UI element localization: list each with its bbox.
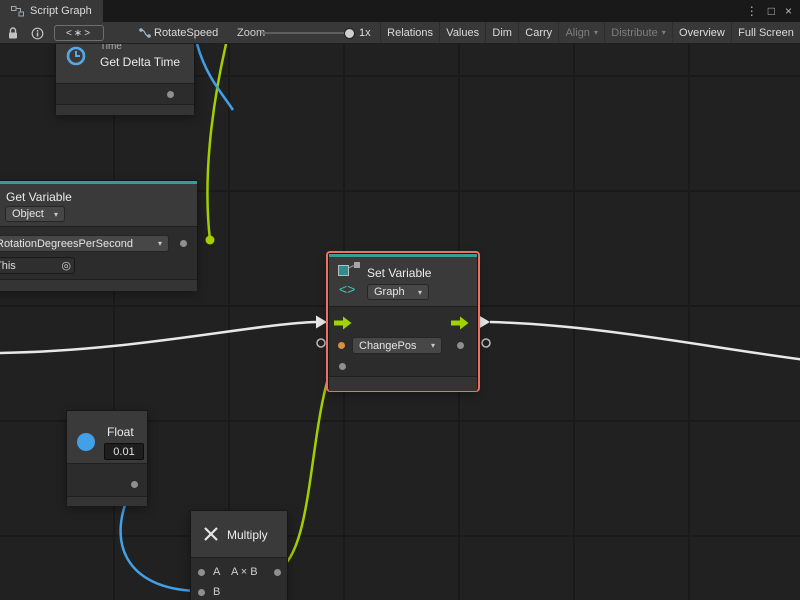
zoom-value: 1x xyxy=(359,22,371,44)
node-title: Float xyxy=(107,425,134,439)
value-input-port[interactable] xyxy=(338,342,345,349)
zoom-slider-track[interactable] xyxy=(261,32,351,34)
close-icon[interactable]: × xyxy=(785,4,792,18)
fallback-input-port[interactable] xyxy=(339,363,346,370)
float-output-port[interactable] xyxy=(131,481,138,488)
zoom-slider-handle[interactable] xyxy=(344,28,355,39)
node-footer xyxy=(0,279,197,291)
distribute-dropdown-button[interactable]: Distribute ▾ xyxy=(604,22,672,43)
node-title: Get Delta Time xyxy=(100,55,180,69)
overview-button[interactable]: Overview xyxy=(672,22,731,43)
tab-script-graph[interactable]: Script Graph xyxy=(0,0,103,22)
variable-name-dropdown[interactable]: RotationDegreesPerSecond ▾ xyxy=(0,235,169,252)
multiply-icon xyxy=(203,526,219,542)
object-reference-value: This xyxy=(0,260,16,272)
port-label-b: B xyxy=(213,586,220,598)
node-footer xyxy=(67,496,147,506)
toolbar-buttons: Relations Values Dim Carry Align ▾ Distr… xyxy=(380,22,800,43)
tab-title: Script Graph xyxy=(30,5,92,17)
node-multiply[interactable]: Multiply A A × B B xyxy=(190,510,288,600)
graph-toolbar: <∗> RotateSpeed Zoom 1x Relations Values… xyxy=(0,22,800,44)
get-variable-output-port[interactable] xyxy=(206,236,215,245)
lock-icon[interactable] xyxy=(7,26,19,40)
relations-button[interactable]: Relations xyxy=(380,22,439,43)
multiply-output-port[interactable] xyxy=(274,569,281,576)
chevron-down-icon: ▾ xyxy=(594,28,598,37)
node-footer xyxy=(329,376,477,391)
flow-out-arrow-icon[interactable] xyxy=(451,316,469,330)
chevron-down-icon: ▾ xyxy=(662,28,666,37)
node-body xyxy=(67,463,147,496)
maximize-icon[interactable]: □ xyxy=(768,4,775,18)
full-screen-button[interactable]: Full Screen xyxy=(731,22,800,43)
node-body xyxy=(191,557,287,600)
float-type-icon xyxy=(77,433,95,451)
wire-flow-in[interactable] xyxy=(0,322,316,353)
delta-time-output-port[interactable] xyxy=(167,91,174,98)
window-menu-icon[interactable]: ⋮ xyxy=(746,4,758,18)
align-dropdown-button[interactable]: Align ▾ xyxy=(558,22,604,43)
script-graph-icon xyxy=(11,6,24,17)
object-reference-field[interactable]: This ◎ xyxy=(0,257,75,274)
multiply-input-b-port[interactable] xyxy=(198,589,205,596)
tab-bar: Script Graph ⋮ □ × xyxy=(0,0,800,22)
info-icon[interactable] xyxy=(31,27,44,40)
port-label-result: A × B xyxy=(231,566,258,578)
wire-arrowhead-in xyxy=(316,316,327,329)
variable-scope-value: Graph xyxy=(374,286,405,298)
chevron-down-icon: ▾ xyxy=(431,341,435,350)
wire-arrowhead-out xyxy=(479,316,490,329)
graph-name-label[interactable]: RotateSpeed xyxy=(154,22,218,44)
variable-scope-dropdown[interactable]: Graph ▾ xyxy=(367,284,429,300)
value-port-ring-right[interactable] xyxy=(482,339,490,347)
variable-scope-dropdown[interactable]: Object ▾ xyxy=(5,206,65,222)
variable-name-value: RotationDegreesPerSecond xyxy=(0,238,133,250)
node-get-variable[interactable]: Get Variable Object ▾ RotationDegreesPer… xyxy=(0,180,198,290)
flow-in-arrow-icon[interactable] xyxy=(334,316,352,330)
node-float-literal[interactable]: Float 0.01 xyxy=(66,410,148,505)
node-title: Get Variable xyxy=(6,190,72,204)
float-value-field[interactable]: 0.01 xyxy=(104,443,144,460)
code-view-toggle[interactable]: <∗> xyxy=(54,25,104,41)
chevron-down-icon: ▾ xyxy=(418,288,422,297)
wire-get-variable-output[interactable] xyxy=(207,44,226,240)
value-output-port[interactable] xyxy=(457,342,464,349)
script-graph-window: Time Get Delta Time Get Variable Object … xyxy=(0,0,800,600)
set-variable-icon: <> xyxy=(337,261,363,299)
chevron-down-icon: ▾ xyxy=(54,210,58,219)
node-title: Set Variable xyxy=(367,266,431,280)
variable-name-value: ChangePos xyxy=(359,340,417,352)
wire-flow-out[interactable] xyxy=(490,322,800,360)
window-controls: ⋮ □ × xyxy=(746,0,800,22)
variable-name-port[interactable] xyxy=(180,240,187,247)
node-set-variable[interactable]: <> Set Variable Graph ▾ ChangePos ▾ xyxy=(328,253,478,390)
node-footer xyxy=(56,104,194,115)
svg-text:<>: <> xyxy=(339,281,355,297)
value-port-ring-left[interactable] xyxy=(317,339,325,347)
variable-name-dropdown[interactable]: ChangePos ▾ xyxy=(352,337,442,354)
multiply-input-a-port[interactable] xyxy=(198,569,205,576)
values-button[interactable]: Values xyxy=(439,22,485,43)
chevron-down-icon: ▾ xyxy=(158,239,162,248)
variable-scope-value: Object xyxy=(12,208,44,220)
graph-asset-icon xyxy=(138,27,152,39)
port-label-a: A xyxy=(213,566,220,578)
clock-icon xyxy=(66,46,86,66)
dim-button[interactable]: Dim xyxy=(485,22,518,43)
node-title: Multiply xyxy=(227,528,268,542)
carry-button[interactable]: Carry xyxy=(518,22,558,43)
object-picker-icon[interactable]: ◎ xyxy=(61,259,71,272)
